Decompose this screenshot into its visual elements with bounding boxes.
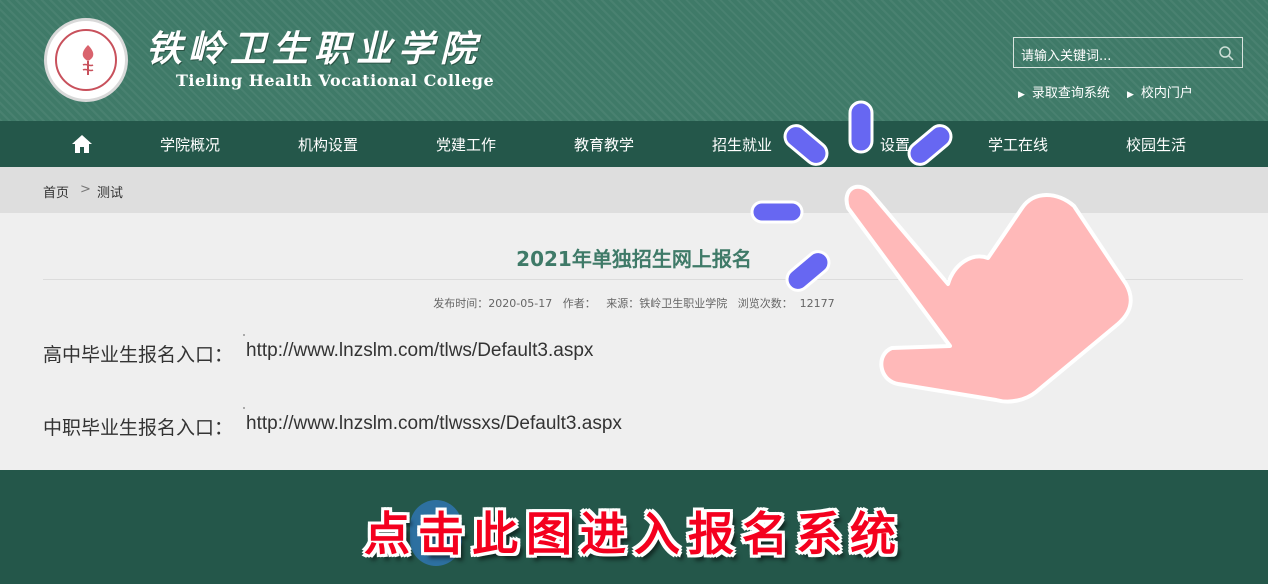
nav-item-party[interactable]: 党建工作 — [436, 134, 496, 155]
entry-label-vocational: 中职毕业生报名入口： — [43, 418, 234, 439]
nav-item-departments[interactable]: 机构设置 — [298, 134, 358, 155]
college-name-en: Tieling Health Vocational College — [176, 71, 495, 90]
entry-url-vocational[interactable]: http://www.lnzslm.com/tlwssxs/Default3.a… — [246, 413, 622, 435]
enter-registration-banner[interactable]: 点击此图进入报名系统 — [0, 498, 1268, 564]
search-placeholder: 请输入关键词... — [1021, 49, 1112, 64]
home-icon[interactable] — [70, 133, 94, 155]
search-icon[interactable] — [1218, 45, 1234, 61]
nav-item-education[interactable]: 教育教学 — [574, 134, 634, 155]
entry-url-highschool[interactable]: http://www.lnzslm.com/tlws/Default3.aspx — [246, 340, 593, 362]
search-input[interactable]: 请输入关键词... — [1013, 37, 1243, 68]
college-name-cn: 铁岭卫生职业学院 — [146, 28, 483, 70]
bullet-dot — [243, 407, 245, 409]
caduceus-icon — [82, 45, 94, 75]
college-emblem-icon[interactable] — [44, 18, 128, 102]
pointing-hand-icon[interactable] — [740, 90, 1160, 430]
emblem-ring — [55, 29, 117, 91]
entry-label-highschool: 高中毕业生报名入口： — [43, 345, 234, 366]
breadcrumb-separator: > — [80, 182, 91, 197]
bullet-dot — [243, 334, 245, 336]
nav-item-about[interactable]: 学院概况 — [160, 134, 220, 155]
breadcrumb-home[interactable]: 首页 — [43, 182, 69, 201]
breadcrumb-current[interactable]: 测试 — [97, 182, 123, 201]
